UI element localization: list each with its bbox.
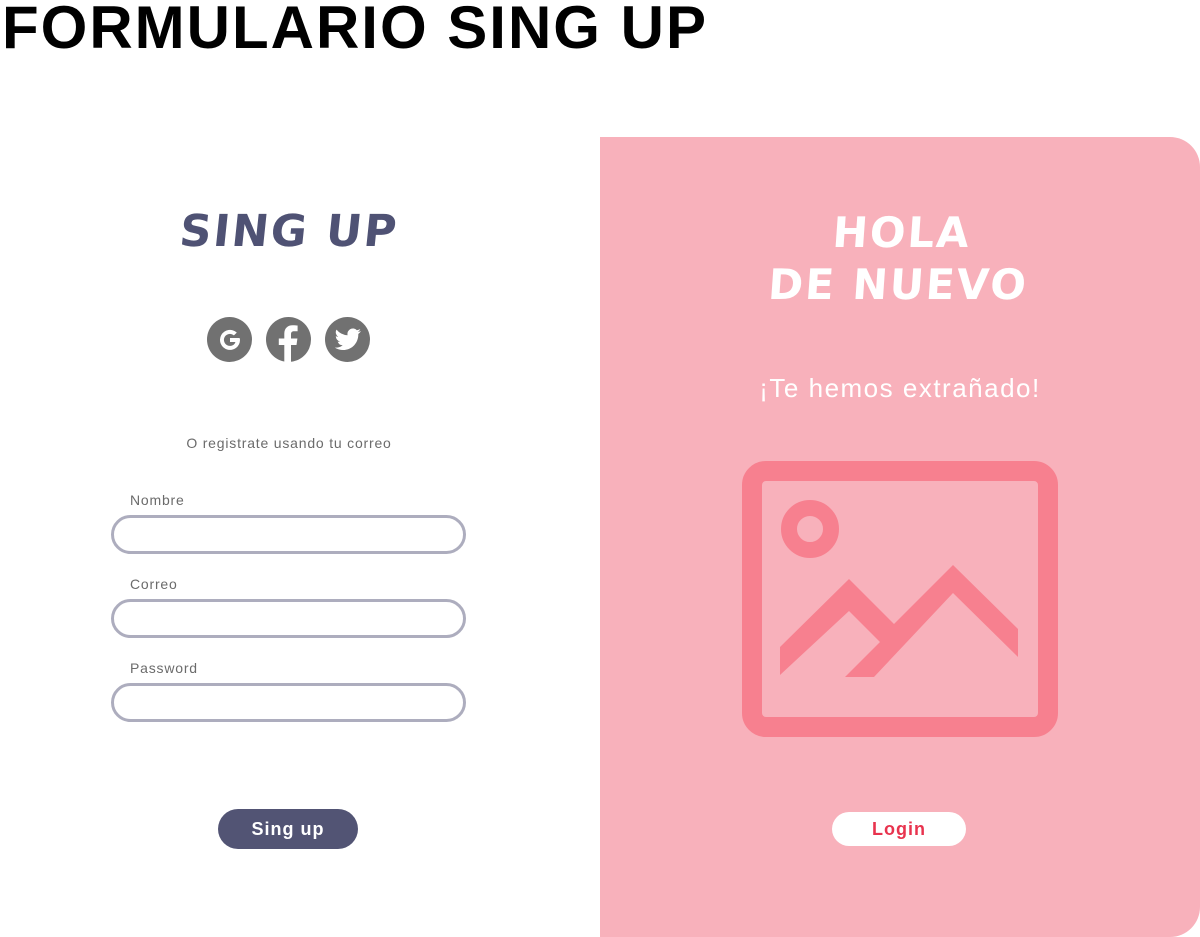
email-input[interactable]	[111, 599, 466, 638]
welcome-panel: HOLA DE NUEVO ¡Te hemos extrañado! Login	[600, 137, 1200, 937]
social-login-group	[207, 317, 370, 362]
facebook-login-button[interactable]	[266, 317, 311, 362]
page-title: FORMULARIO SING UP	[2, 0, 708, 61]
welcome-heading-line2: DE NUEVO	[766, 260, 1030, 309]
welcome-heading: HOLA DE NUEVO	[596, 207, 1200, 311]
password-field-label: Password	[130, 660, 198, 676]
signup-page: FORMULARIO SING UP SING UP O registrate …	[0, 0, 1200, 937]
twitter-login-button[interactable]	[325, 317, 370, 362]
name-input[interactable]	[111, 515, 466, 554]
email-register-note: O registrate usando tu correo	[186, 435, 392, 451]
password-input[interactable]	[111, 683, 466, 722]
twitter-icon	[334, 327, 361, 350]
image-placeholder-icon	[742, 461, 1058, 737]
name-field-label: Nombre	[130, 492, 185, 508]
welcome-heading-line1: HOLA	[831, 208, 973, 257]
facebook-icon	[278, 325, 298, 362]
login-button[interactable]: Login	[832, 812, 966, 846]
google-login-button[interactable]	[207, 317, 252, 362]
signup-heading: SING UP	[177, 206, 401, 257]
signup-button[interactable]: Sing up	[218, 809, 358, 849]
email-field-label: Correo	[130, 576, 178, 592]
google-icon	[219, 329, 240, 350]
welcome-subtitle: ¡Te hemos extrañado!	[759, 373, 1041, 403]
